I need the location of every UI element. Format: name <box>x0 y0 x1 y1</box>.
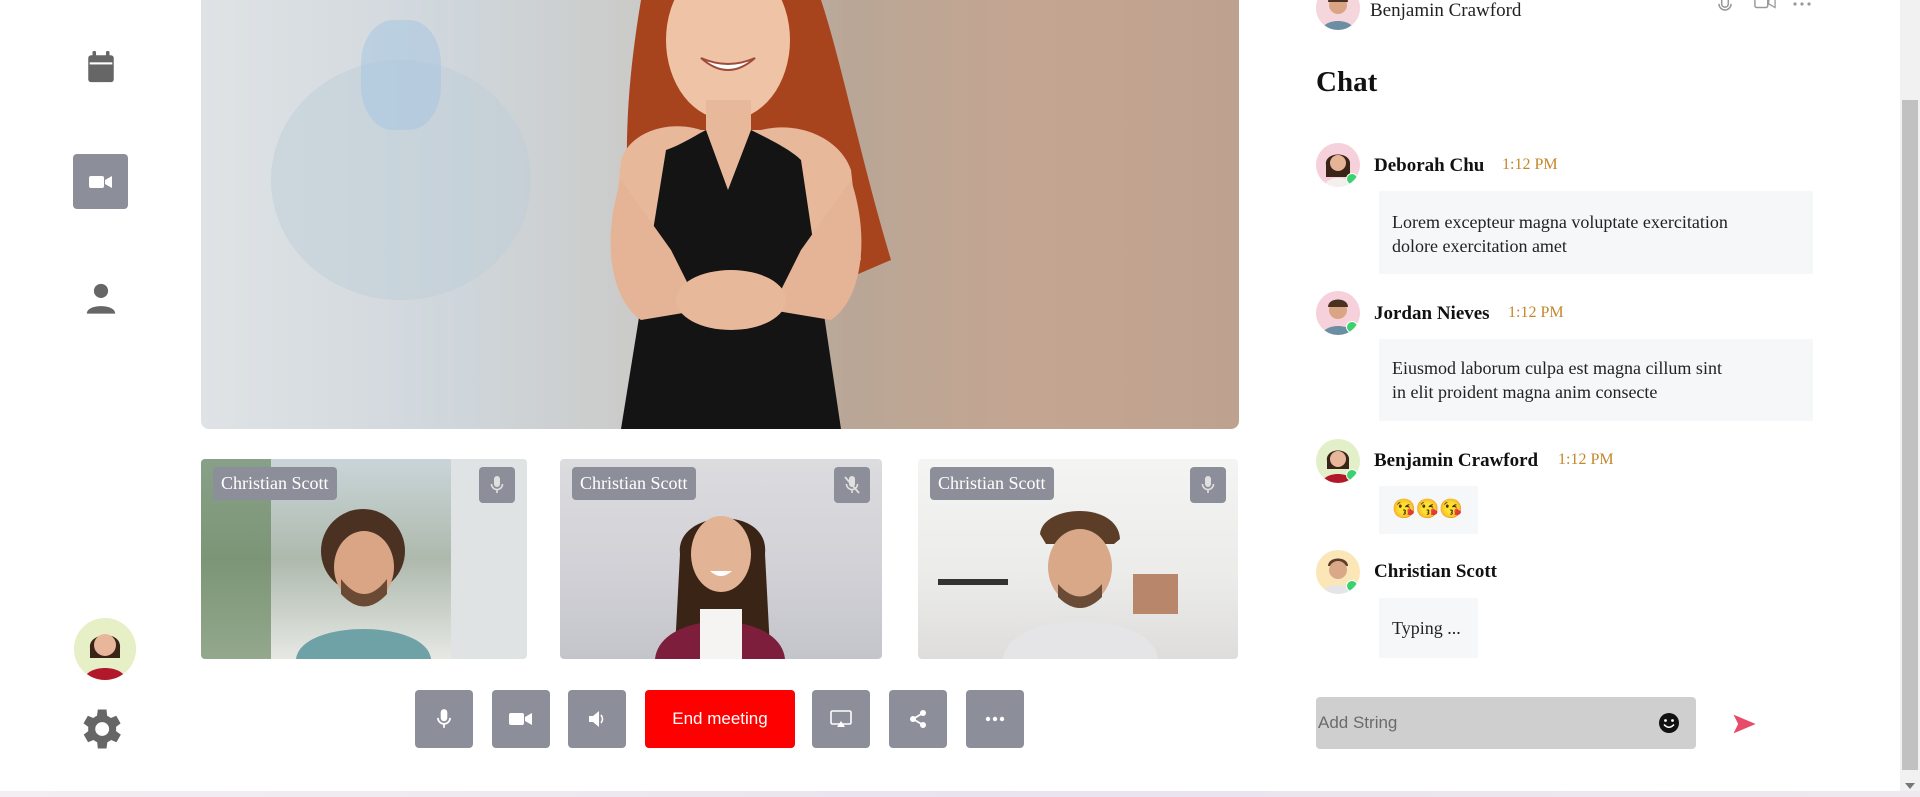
sidebar-nav <box>0 0 200 797</box>
send-icon <box>1733 714 1756 734</box>
person-icon <box>86 283 115 314</box>
send-button[interactable] <box>1730 710 1758 738</box>
chat-title: Chat <box>1316 66 1378 98</box>
bottom-strip <box>0 791 1920 797</box>
message-input[interactable] <box>1318 697 1638 749</box>
nav-contacts-button[interactable] <box>73 270 128 325</box>
mic-off-icon <box>844 476 860 494</box>
video-camera-icon <box>509 713 532 725</box>
message-bubble: 😘😘😘 <box>1379 486 1478 534</box>
end-meeting-button[interactable]: End meeting <box>645 690 795 748</box>
participant-tile[interactable]: Christian Scott <box>560 459 882 659</box>
gear-icon <box>83 709 121 749</box>
message-time: 1:12 PM <box>1558 451 1614 468</box>
online-indicator <box>1346 321 1358 333</box>
more-options-button[interactable] <box>966 690 1024 748</box>
participant-tile[interactable]: Christian Scott <box>201 459 527 659</box>
scroll-down-arrow[interactable] <box>1905 783 1915 789</box>
participant-name: Christian Scott <box>213 467 337 500</box>
online-indicator <box>1346 469 1358 481</box>
mic-icon <box>437 709 451 728</box>
message-input-container <box>1316 697 1696 749</box>
message-bubble: Eiusmod laborum culpa est magna cillum s… <box>1379 339 1813 421</box>
calendar-icon <box>87 50 114 82</box>
video-camera-icon <box>88 175 112 188</box>
avatar <box>1316 550 1360 594</box>
more-horizontal-icon <box>1793 2 1811 6</box>
header-avatar <box>1316 0 1360 30</box>
video-camera-icon <box>1754 0 1776 9</box>
smiley-icon <box>1659 713 1679 733</box>
message-author: Benjamin Crawford <box>1374 450 1539 471</box>
header-mic-button[interactable] <box>1714 0 1736 16</box>
participant-name: Christian Scott <box>572 467 696 500</box>
page-scrollbar[interactable] <box>1900 0 1920 797</box>
header-more-button[interactable] <box>1792 0 1814 16</box>
emoji-button[interactable] <box>1658 712 1680 734</box>
participant-name: Christian Scott <box>930 467 1054 500</box>
speaker-icon <box>589 711 604 727</box>
message-author: Deborah Chu <box>1374 155 1485 176</box>
main-video <box>201 0 1239 429</box>
more-horizontal-icon <box>985 716 1005 722</box>
mic-icon <box>490 476 504 493</box>
message-time: 1:12 PM <box>1502 156 1558 173</box>
nav-video-button[interactable] <box>73 154 128 209</box>
mic-button[interactable] <box>415 690 473 748</box>
avatar <box>1316 439 1360 483</box>
mic-icon <box>1718 0 1732 11</box>
share-icon <box>910 710 926 728</box>
screen-share-button[interactable] <box>812 690 870 748</box>
header-video-button[interactable] <box>1754 0 1776 16</box>
share-button[interactable] <box>889 690 947 748</box>
online-indicator <box>1346 173 1358 185</box>
message-bubble: Lorem excepteur magna voluptate exercita… <box>1379 191 1813 274</box>
avatar <box>1316 143 1360 187</box>
mic-toggle-button[interactable] <box>834 467 870 503</box>
mic-icon <box>1201 476 1215 493</box>
message-author: Christian Scott <box>1374 561 1497 582</box>
cast-screen-icon <box>830 710 852 727</box>
message-time: 1:12 PM <box>1508 304 1564 321</box>
chat-header-name: Benjamin Crawford <box>1370 0 1522 21</box>
nav-calendar-button[interactable] <box>73 40 128 95</box>
online-indicator <box>1346 580 1358 592</box>
speaker-button[interactable] <box>568 690 626 748</box>
message-bubble: Typing ... <box>1379 598 1478 658</box>
avatar[interactable] <box>74 618 136 680</box>
settings-button[interactable] <box>74 703 126 755</box>
mic-toggle-button[interactable] <box>479 467 515 503</box>
scrollbar-thumb[interactable] <box>1902 100 1918 770</box>
participant-tile[interactable]: Christian Scott <box>918 459 1238 659</box>
mic-toggle-button[interactable] <box>1190 467 1226 503</box>
message-author: Jordan Nieves <box>1374 303 1490 324</box>
camera-button[interactable] <box>492 690 550 748</box>
avatar <box>1316 291 1360 335</box>
